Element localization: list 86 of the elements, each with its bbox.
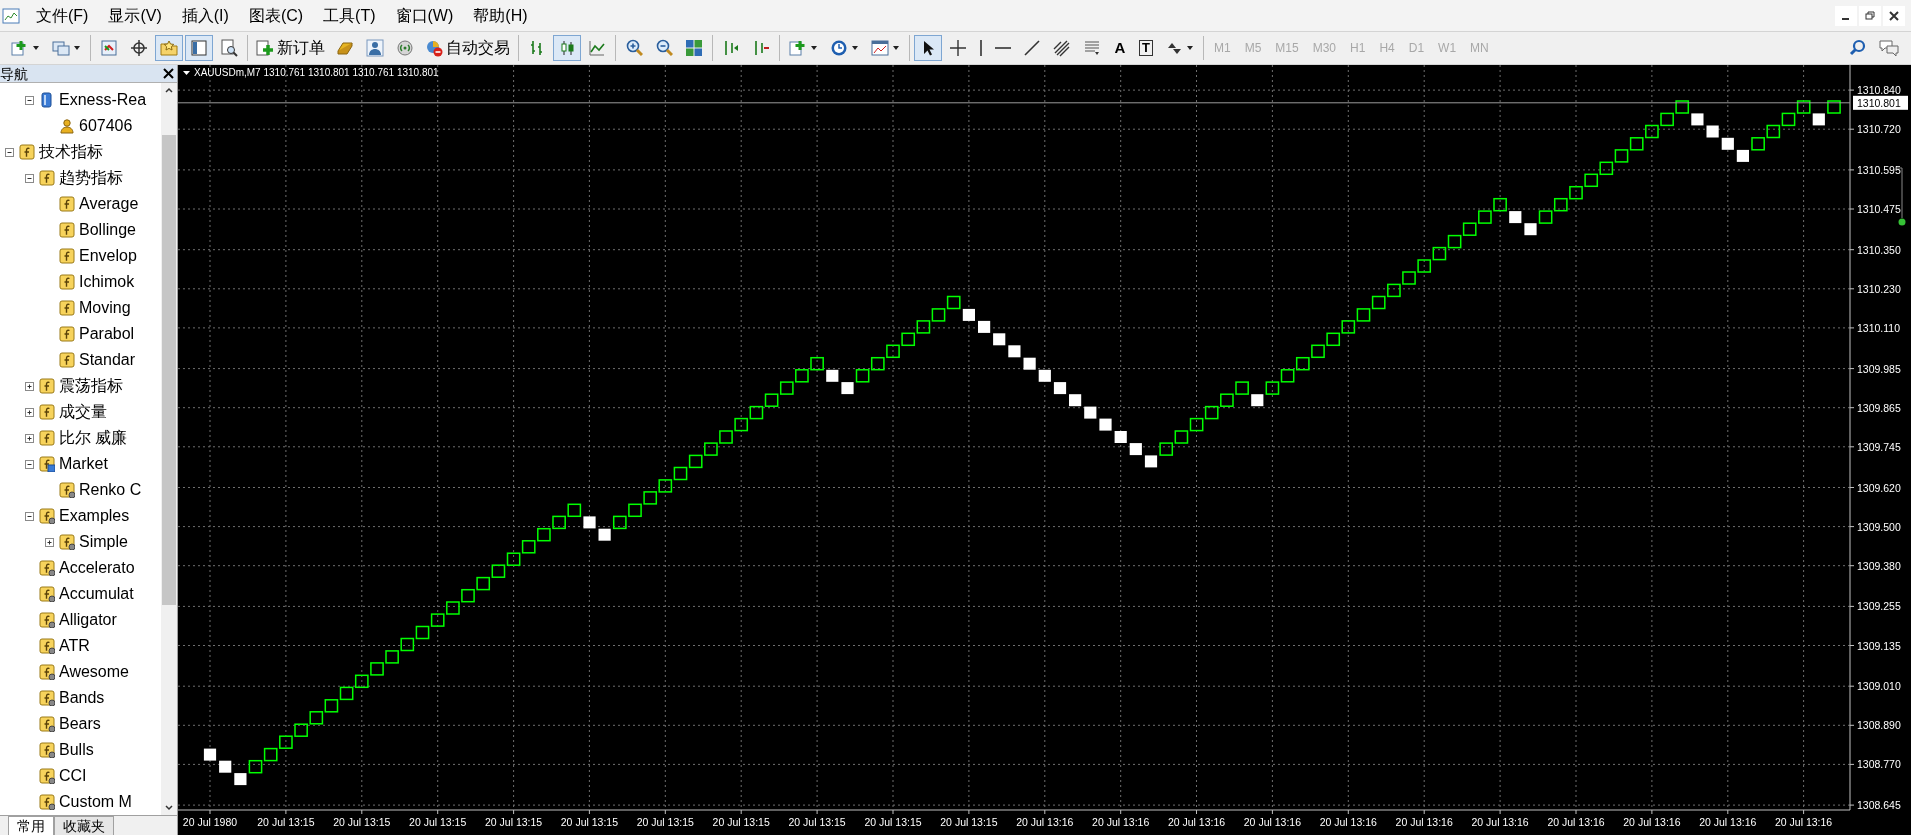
tree-item[interactable]: Accumulat — [59, 584, 134, 604]
axis-label: 20 Jul 13:15 — [257, 816, 315, 828]
menu-item[interactable]: 显示(V) — [98, 3, 172, 28]
axis-label: 20 Jul 13:16 — [1395, 816, 1453, 828]
axis-label: 20 Jul 13:15 — [409, 816, 467, 828]
tree-item[interactable]: Alligator — [59, 610, 117, 630]
tree-item[interactable]: 607406 — [79, 116, 133, 136]
axis-label: 20 Jul 13:16 — [1092, 816, 1150, 828]
axis-label: 20 Jul 13:15 — [712, 816, 770, 828]
axis-label: 1309.620 — [1857, 481, 1901, 494]
tree-item[interactable]: Market — [59, 454, 108, 474]
axis-label: 1310.720 — [1857, 123, 1901, 136]
axis-label: 1310.475 — [1857, 203, 1901, 215]
axis-label: 1310.595 — [1857, 163, 1901, 176]
axis-label: 1310.840 — [1857, 84, 1901, 97]
axis-label: 20 Jul 13:16 — [1699, 816, 1757, 828]
tree-item[interactable]: CCI — [59, 766, 87, 786]
tree-item[interactable]: Average — [79, 194, 139, 214]
panel-tab[interactable]: 收藏夹 — [54, 816, 114, 835]
tree-item[interactable]: ATR — [59, 636, 90, 656]
menu-item[interactable]: 图表(C) — [238, 3, 314, 28]
axis-label: 20 Jul 13:16 — [1319, 816, 1377, 828]
axis-label: 20 Jul 13:16 — [1775, 816, 1833, 828]
axis-label: 20 Jul 13:15 — [560, 816, 618, 828]
price-label: 1310.801 — [1853, 95, 1908, 110]
menu-item[interactable]: 帮助(H) — [463, 3, 538, 28]
tree-item[interactable]: 技术指标 — [39, 142, 103, 162]
tree-item[interactable]: Bands — [59, 688, 105, 708]
tree-item[interactable]: Simple — [79, 532, 128, 552]
axis-label: 20 Jul 13:15 — [864, 816, 922, 828]
tree-item[interactable]: Awesome — [59, 662, 129, 682]
tree-item[interactable]: Bulls — [59, 740, 94, 760]
axis-label: 1308.770 — [1857, 758, 1901, 771]
axis-label: 1309.500 — [1857, 520, 1901, 533]
menu-item[interactable]: 插入(I) — [171, 3, 239, 28]
axis-label: 20 Jul 13:16 — [1016, 816, 1074, 828]
menu-item[interactable]: 文件(F) — [26, 3, 99, 28]
axis-label: 1308.645 — [1857, 799, 1901, 812]
axis-label: 1310.230 — [1857, 282, 1901, 295]
tree-item[interactable]: 成交量 — [59, 402, 107, 422]
axis-label: 20 Jul 13:16 — [1243, 816, 1301, 828]
axis-label: 20 Jul 13:15 — [333, 816, 391, 828]
axis-label: 1309.985 — [1857, 362, 1901, 375]
ref-line-label: 1310.801 — [1857, 96, 1901, 109]
text-tool[interactable]: A — [1114, 36, 1126, 60]
auto-trading-button[interactable]: 自动交易 — [421, 35, 514, 61]
tree-item[interactable]: Examples — [59, 506, 130, 526]
tree-item[interactable]: Custom M — [59, 792, 132, 812]
axis-label: 1310.110 — [1857, 321, 1900, 334]
panel-title: 导航 — [0, 64, 28, 83]
axis-label: 20 Jul 13:16 — [1167, 816, 1226, 828]
tree-item[interactable]: 比尔 威廉 — [59, 428, 128, 448]
tree-item[interactable]: Envelop — [79, 246, 137, 266]
axis-label: 20 Jul 13:15 — [485, 816, 543, 828]
tree-item[interactable]: Bears — [59, 714, 101, 734]
axis-label: 20 Jul 13:15 — [636, 816, 694, 828]
axis-label: 20 Jul 13:16 — [1471, 816, 1529, 828]
tree-item[interactable]: Renko C — [79, 480, 142, 500]
tree-item[interactable]: Exness-Rea — [59, 90, 147, 110]
axis-label: 20 Jul 13:15 — [940, 816, 998, 828]
text-label-tool[interactable]: T — [1139, 40, 1153, 56]
axis-label: 20 Jul 1980 — [182, 816, 238, 828]
tree-item[interactable]: Standar — [79, 350, 136, 370]
axis-label: 1309.380 — [1857, 559, 1901, 572]
tree-item[interactable]: 趋势指标 — [59, 168, 123, 188]
axis-label: 20 Jul 13:15 — [788, 816, 846, 828]
axis-label: 1309.865 — [1857, 401, 1901, 414]
tree-item[interactable]: Parabol — [79, 324, 135, 344]
axis-label: 1309.010 — [1857, 680, 1901, 693]
menu-item[interactable]: 工具(T) — [313, 3, 386, 28]
tree-item[interactable]: Moving — [79, 298, 131, 318]
tree-item[interactable]: Accelerato — [59, 558, 135, 578]
axis-label: 1309.135 — [1857, 639, 1901, 652]
axis-label: 1309.745 — [1857, 440, 1901, 453]
tree-item[interactable]: 震荡指标 — [59, 376, 123, 396]
axis-label: 1310.350 — [1857, 243, 1901, 256]
axis-label: 20 Jul 13:16 — [1547, 816, 1605, 828]
tree-item[interactable]: Ichimok — [79, 272, 135, 292]
axis-label: 1308.890 — [1857, 719, 1901, 732]
axis-label: 1309.255 — [1857, 600, 1901, 613]
menu-item[interactable]: 窗口(W) — [385, 3, 464, 28]
axis-label: 20 Jul 13:16 — [1623, 816, 1681, 828]
tree-item[interactable]: Bollinge — [79, 220, 136, 240]
new-order-button[interactable]: 新订单 — [252, 35, 329, 61]
panel-tab[interactable]: 常用 — [8, 816, 54, 835]
chart-title: XAUUSDm,M7 1310.761 1310.801 1310.761 1310.801 — [194, 67, 439, 78]
